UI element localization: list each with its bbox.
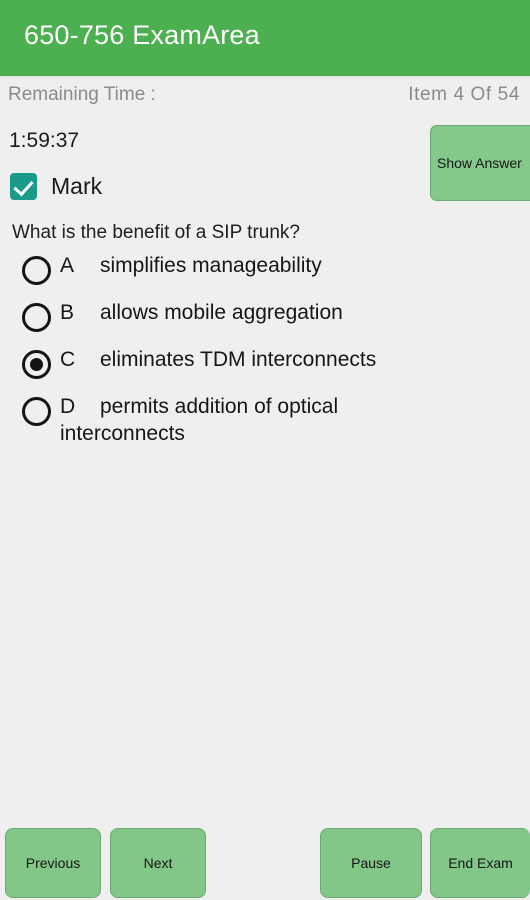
- option-text-d: permits addition of optical interconnect…: [60, 395, 339, 445]
- question-text: What is the benefit of a SIP trunk?: [12, 222, 300, 243]
- page-title: 650-756 ExamArea: [24, 20, 260, 50]
- radio-option-a[interactable]: [22, 256, 51, 285]
- option-body-b: Ballows mobile aggregation: [60, 299, 343, 326]
- app-bar: 650-756 ExamArea: [0, 0, 530, 76]
- option-text-b: allows mobile aggregation: [100, 301, 343, 324]
- option-text-c: eliminates TDM interconnects: [100, 348, 377, 371]
- app-bar-shadow: [0, 76, 530, 80]
- mark-checkbox[interactable]: [10, 173, 37, 200]
- option-body-d: Dpermits addition of optical interconnec…: [60, 393, 430, 447]
- option-text-a: simplifies manageability: [100, 254, 322, 277]
- end-exam-button[interactable]: End Exam: [430, 828, 530, 898]
- mark-label: Mark: [51, 173, 103, 199]
- option-row-c[interactable]: Celiminates TDM interconnects: [0, 346, 530, 383]
- end-exam-button-label: End Exam: [448, 855, 513, 871]
- pause-button[interactable]: Pause: [320, 828, 422, 898]
- options-list: Asimplifies manageability Ballows mobile…: [0, 252, 530, 457]
- mark-checkbox-row[interactable]: Mark: [10, 173, 102, 200]
- option-body-a: Asimplifies manageability: [60, 252, 322, 279]
- item-counter: Item 4 Of 54: [408, 84, 520, 105]
- option-letter-a: A: [60, 254, 75, 277]
- option-letter-d: D: [60, 395, 76, 418]
- option-body-c: Celiminates TDM interconnects: [60, 346, 376, 373]
- next-button-label: Next: [143, 855, 173, 871]
- show-answer-button[interactable]: Show Answer: [430, 125, 530, 201]
- pause-button-label: Pause: [351, 855, 391, 871]
- option-row-b[interactable]: Ballows mobile aggregation: [0, 299, 530, 336]
- option-row-d[interactable]: Dpermits addition of optical interconnec…: [0, 393, 530, 447]
- info-row: Remaining Time : Item 4 Of 54: [0, 84, 530, 114]
- bottom-button-bar: Previous Next Pause End Exam: [0, 823, 530, 900]
- previous-button[interactable]: Previous: [5, 828, 101, 898]
- radio-option-d[interactable]: [22, 397, 51, 426]
- remaining-time-label: Remaining Time :: [8, 84, 156, 105]
- radio-option-c[interactable]: [22, 350, 51, 379]
- option-letter-b: B: [60, 301, 75, 324]
- show-answer-label: Show Answer: [437, 155, 522, 171]
- timer-value: 1:59:37: [9, 129, 80, 152]
- option-letter-c: C: [60, 348, 76, 371]
- option-row-a[interactable]: Asimplifies manageability: [0, 252, 530, 289]
- previous-button-label: Previous: [25, 855, 81, 871]
- radio-option-b[interactable]: [22, 303, 51, 332]
- next-button[interactable]: Next: [110, 828, 206, 898]
